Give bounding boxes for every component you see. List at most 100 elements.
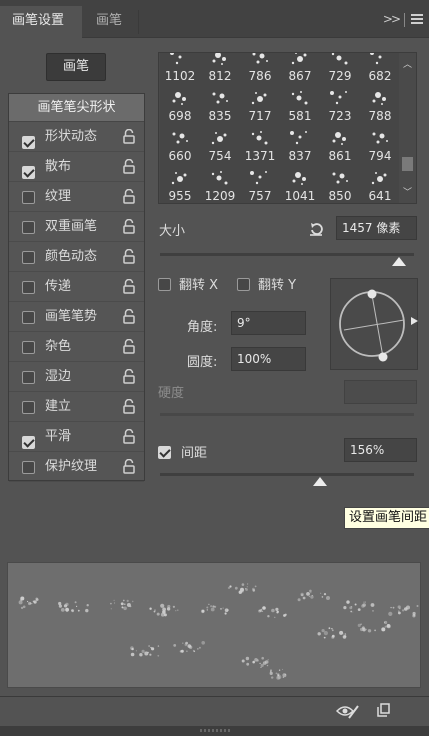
brush-option-row[interactable]: 画笔笔势 <box>9 302 144 332</box>
brush-preset-cell[interactable]: 861 <box>320 125 360 165</box>
lock-icon[interactable] <box>123 219 135 234</box>
option-checkbox[interactable] <box>22 251 35 264</box>
lock-icon[interactable] <box>123 339 135 354</box>
eye-brush-icon[interactable] <box>336 702 360 720</box>
option-checkbox[interactable] <box>22 136 35 149</box>
brush-tip-shape-item[interactable]: 画笔笔尖形状 <box>9 94 144 122</box>
resize-grip[interactable] <box>200 729 230 732</box>
size-field[interactable]: 1457 像素 <box>336 216 417 240</box>
lock-icon[interactable] <box>123 249 135 264</box>
tab-brush[interactable]: 画笔 <box>84 6 134 38</box>
brush-preset-cell[interactable]: 1371 <box>240 125 280 165</box>
brush-preset-cell[interactable]: 794 <box>360 125 400 165</box>
spacing-slider-knob[interactable] <box>313 477 328 486</box>
lock-icon[interactable] <box>123 159 135 174</box>
collapse-icon[interactable]: >> <box>383 12 401 26</box>
brush-option-row[interactable]: 形状动态 <box>9 122 144 152</box>
brush-preset-cell[interactable]: 1102 <box>160 53 200 85</box>
brush-preset-cell[interactable]: 757 <box>240 165 280 203</box>
brush-tip-preview <box>330 91 347 105</box>
brush-preset-cell[interactable]: 788 <box>360 85 400 125</box>
brush-preset-cell[interactable]: 1041 <box>280 165 320 203</box>
brush-size-label: 812 <box>208 69 232 83</box>
new-preset-icon[interactable] <box>375 702 391 718</box>
brush-preset-cell[interactable]: 754 <box>200 125 240 165</box>
brush-option-row[interactable]: 传递 <box>9 272 144 302</box>
option-checkbox[interactable] <box>22 166 35 179</box>
flip-x-checkbox[interactable] <box>158 278 171 291</box>
brush-preset-cell[interactable]: 729 <box>320 53 360 85</box>
lock-icon[interactable] <box>123 189 135 204</box>
brush-preset-cell[interactable]: 812 <box>200 53 240 85</box>
brush-preset-cell[interactable]: 660 <box>160 125 200 165</box>
option-checkbox[interactable] <box>22 436 35 449</box>
brush-preset-cell[interactable]: 835 <box>200 85 240 125</box>
brush-size-label: 682 <box>368 69 392 83</box>
angle-field[interactable]: 9° <box>231 311 306 335</box>
grid-scrollbar[interactable]: ︿ ﹀ <box>399 53 416 203</box>
spacing-field[interactable]: 156% <box>344 438 417 462</box>
size-slider[interactable] <box>160 253 414 256</box>
lock-icon[interactable] <box>123 369 135 384</box>
brush-preset-cell[interactable]: 723 <box>320 85 360 125</box>
option-label: 湿边 <box>45 369 72 384</box>
brush-size-label: 955 <box>168 189 192 203</box>
size-slider-knob[interactable] <box>391 257 406 266</box>
flip-y[interactable]: 翻转 Y <box>237 274 296 293</box>
brush-preset-cell[interactable]: 581 <box>280 85 320 125</box>
option-checkbox[interactable] <box>22 191 35 204</box>
brush-preset-cell[interactable]: 1209 <box>200 165 240 203</box>
tab-brush-settings[interactable]: 画笔设置 <box>0 6 82 38</box>
lock-icon[interactable] <box>123 459 135 474</box>
menu-icon[interactable] <box>411 14 423 24</box>
brush-tip-preview <box>172 132 188 144</box>
option-checkbox[interactable] <box>22 401 35 414</box>
lock-icon[interactable] <box>123 279 135 294</box>
brush-preset-cell[interactable]: 955 <box>160 165 200 203</box>
scroll-down-icon[interactable]: ﹀ <box>403 185 412 198</box>
lock-icon[interactable] <box>123 429 135 444</box>
spacing-slider[interactable] <box>160 473 414 476</box>
brush-option-row[interactable]: 保护纹理 <box>9 452 144 482</box>
option-checkbox[interactable] <box>22 221 35 234</box>
option-checkbox[interactable] <box>22 281 35 294</box>
option-checkbox[interactable] <box>22 341 35 354</box>
brush-preset-cell[interactable]: 786 <box>240 53 280 85</box>
scroll-up-icon[interactable]: ︿ <box>403 57 412 70</box>
brush-preset-cell[interactable]: 837 <box>280 125 320 165</box>
lock-icon[interactable] <box>123 129 135 144</box>
option-checkbox[interactable] <box>22 371 35 384</box>
brush-preset-cell[interactable]: 717 <box>240 85 280 125</box>
option-checkbox[interactable] <box>22 311 35 324</box>
option-label: 传递 <box>45 279 72 294</box>
brush-button[interactable]: 画笔 <box>46 53 106 81</box>
brush-option-row[interactable]: 平滑 <box>9 422 144 452</box>
size-label: 大小 <box>159 224 186 239</box>
spacing-checkbox[interactable] <box>158 446 171 459</box>
brush-tip-preview <box>332 172 348 184</box>
spacing-row[interactable]: 间距 <box>158 442 207 461</box>
option-label: 形状动态 <box>45 129 98 144</box>
flip-x[interactable]: 翻转 X <box>158 274 218 293</box>
brush-preset-cell[interactable]: 698 <box>160 85 200 125</box>
lock-icon[interactable] <box>123 399 135 414</box>
brush-option-row[interactable]: 建立 <box>9 392 144 422</box>
brush-option-row[interactable]: 杂色 <box>9 332 144 362</box>
brush-preset-cell[interactable]: 850 <box>320 165 360 203</box>
brush-option-row[interactable]: 颜色动态 <box>9 242 144 272</box>
brush-option-row[interactable]: 双重画笔 <box>9 212 144 242</box>
lock-icon[interactable] <box>123 309 135 324</box>
brush-tip-preview <box>371 172 387 185</box>
brush-option-row[interactable]: 纹理 <box>9 182 144 212</box>
scroll-thumb[interactable] <box>402 157 413 171</box>
reset-size-icon[interactable] <box>308 221 324 237</box>
brush-preset-cell[interactable]: 867 <box>280 53 320 85</box>
brush-preset-cell[interactable]: 682 <box>360 53 400 85</box>
flip-y-checkbox[interactable] <box>237 278 250 291</box>
roundness-field[interactable]: 100% <box>231 347 306 371</box>
option-checkbox[interactable] <box>22 461 35 474</box>
brush-preset-cell[interactable]: 641 <box>360 165 400 203</box>
brush-option-row[interactable]: 散布 <box>9 152 144 182</box>
brush-option-row[interactable]: 湿边 <box>9 362 144 392</box>
angle-roundness-dial[interactable] <box>330 278 418 370</box>
